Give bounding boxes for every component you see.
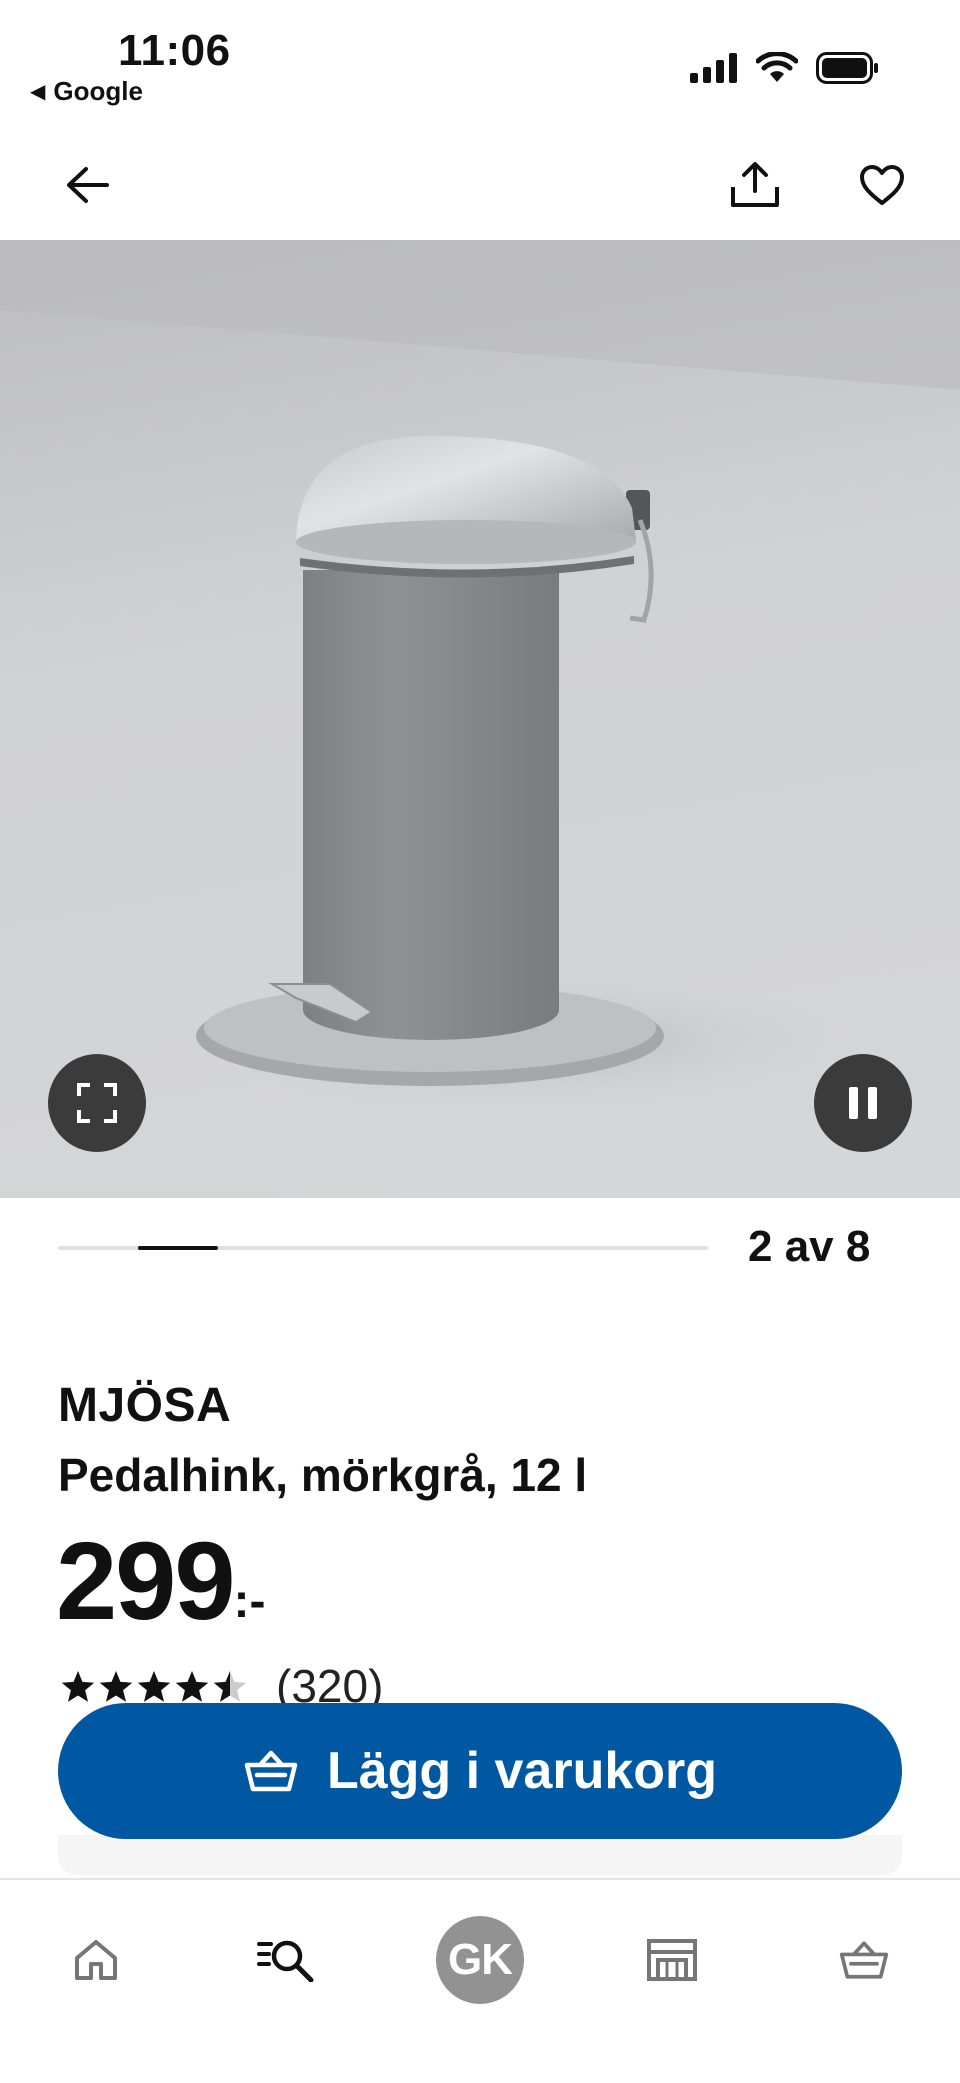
basket-icon <box>244 1750 298 1792</box>
wifi-icon <box>756 52 798 82</box>
basket-icon <box>839 1941 889 1979</box>
back-app-label: Google <box>53 76 143 106</box>
heart-icon <box>860 165 904 205</box>
add-to-cart-label: Lägg i varukorg <box>326 1742 718 1800</box>
price-amount: 299 <box>56 1520 236 1643</box>
product-name: MJÖSA <box>58 1379 232 1432</box>
media-progress-track <box>58 1246 708 1250</box>
back-to-app-link[interactable]: ◀ Google <box>30 76 143 107</box>
pause-button[interactable] <box>814 1054 912 1152</box>
nav-profile[interactable]: GK <box>430 1910 530 2010</box>
home-icon <box>75 1940 117 1980</box>
add-to-cart-button[interactable]: Lägg i varukorg <box>58 1703 902 1839</box>
product-price: 299 :- <box>56 1522 266 1642</box>
fullscreen-icon <box>77 1083 117 1123</box>
rating-count: (320) <box>276 1664 384 1708</box>
top-app-bar <box>0 140 960 240</box>
media-progress-indicator <box>138 1246 218 1250</box>
nav-cart[interactable] <box>814 1910 914 2010</box>
bottom-navigation: GK <box>0 1878 960 2083</box>
fullscreen-button[interactable] <box>48 1054 146 1152</box>
status-bar: 11:06 ◀ Google <box>0 0 960 120</box>
back-button[interactable] <box>42 140 132 230</box>
rating-star <box>61 1671 95 1702</box>
pause-icon <box>849 1087 877 1119</box>
share-icon <box>731 162 779 207</box>
product-media[interactable] <box>0 240 960 1198</box>
product-description: Pedalhink, mörkgrå, 12 l <box>58 1449 588 1501</box>
store-icon <box>647 1939 697 1981</box>
rating-star <box>137 1671 171 1702</box>
profile-avatar: GK <box>436 1916 524 2004</box>
status-icons <box>690 52 880 84</box>
media-counter: 2 av 8 <box>748 1222 871 1271</box>
rating-star <box>99 1671 133 1702</box>
price-suffix: :- <box>233 1575 266 1628</box>
signal-icon <box>690 53 737 83</box>
battery-icon <box>816 52 878 84</box>
product-image <box>0 240 960 1110</box>
nav-store[interactable] <box>622 1910 722 2010</box>
status-time: 11:06 <box>118 26 231 75</box>
rating-star <box>175 1671 209 1702</box>
product-rating[interactable]: (320) <box>58 1664 383 1708</box>
share-button[interactable] <box>710 140 800 230</box>
arrow-left-icon <box>67 167 109 203</box>
favorite-button[interactable] <box>837 140 927 230</box>
info-panel <box>58 1835 902 1875</box>
back-triangle-icon: ◀ <box>30 81 46 103</box>
search-list-icon <box>257 1940 314 1982</box>
nav-home[interactable] <box>46 1910 146 2010</box>
nav-search[interactable] <box>236 1910 336 2010</box>
rating-stars <box>61 1671 247 1702</box>
